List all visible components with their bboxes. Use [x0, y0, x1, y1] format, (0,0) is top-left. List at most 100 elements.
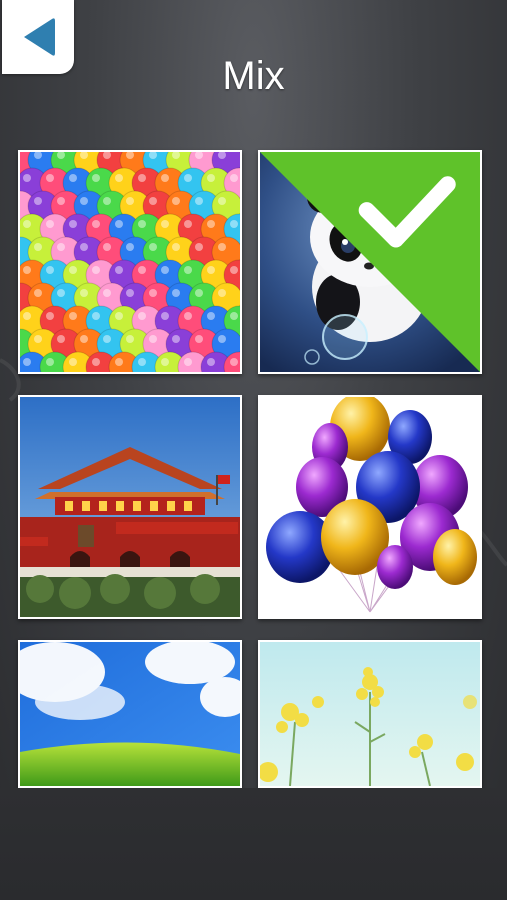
ball-highlight: [172, 243, 180, 251]
puzzle-tile-colorful-balls[interactable]: [18, 150, 242, 374]
ball-highlight: [46, 220, 54, 228]
ball-highlight: [218, 335, 226, 343]
ball-highlight: [184, 220, 192, 228]
ball-highlight: [92, 174, 100, 182]
ball-highlight: [115, 358, 123, 366]
ball-highlight: [80, 243, 88, 251]
ball-highlight: [115, 266, 123, 274]
ball-highlight: [69, 174, 77, 182]
ball-highlight: [57, 289, 65, 297]
ball-highlight: [138, 312, 146, 320]
ball-highlight: [184, 358, 192, 366]
ball-highlight: [126, 197, 134, 205]
ball-highlight: [103, 197, 111, 205]
ball-highlight: [23, 220, 31, 228]
ball-highlight: [161, 358, 169, 366]
puzzle-tile-yellow-flowers[interactable]: [258, 640, 482, 788]
ball-highlight: [207, 220, 215, 228]
ball-highlight: [80, 197, 88, 205]
puzzle-tile-panda[interactable]: [258, 150, 482, 374]
ball-highlight: [184, 266, 192, 274]
ball-highlight: [195, 289, 203, 297]
puzzle-tile-sky-grass[interactable]: [18, 640, 242, 788]
ball-highlight: [207, 358, 215, 366]
ball-highlight: [218, 289, 226, 297]
puzzle-tile-balloons[interactable]: [258, 395, 482, 619]
ball-highlight: [149, 243, 157, 251]
ball-highlight: [46, 312, 54, 320]
ball-highlight: [46, 358, 54, 366]
ball-highlight: [149, 335, 157, 343]
puzzle-tile-tiananmen[interactable]: [18, 395, 242, 619]
ball-highlight: [138, 266, 146, 274]
ball-highlight: [138, 174, 146, 182]
selected-check-icon: [260, 152, 480, 372]
ball-highlight: [230, 266, 238, 274]
ball-highlight: [80, 289, 88, 297]
ball-highlight: [34, 335, 42, 343]
ball-highlight: [149, 289, 157, 297]
ball-highlight: [172, 335, 180, 343]
ball-highlight: [23, 312, 31, 320]
tiananmen-image: [20, 397, 240, 617]
ball-highlight: [115, 312, 123, 320]
ball-highlight: [218, 243, 226, 251]
ball-highlight: [103, 335, 111, 343]
ball-highlight: [138, 358, 146, 366]
ball-highlight: [195, 243, 203, 251]
sky-grass-image: [20, 642, 240, 786]
ball-highlight: [115, 220, 123, 228]
ball-highlight: [126, 289, 134, 297]
ball-highlight: [207, 174, 215, 182]
ball-highlight: [126, 243, 134, 251]
ball-highlight: [184, 312, 192, 320]
ball-highlight: [115, 174, 123, 182]
ball-highlight: [92, 358, 100, 366]
ball-highlight: [195, 335, 203, 343]
ball-highlight: [230, 312, 238, 320]
ball-highlight: [69, 358, 77, 366]
ball-highlight: [23, 174, 31, 182]
ball-highlight: [207, 266, 215, 274]
ball-highlight: [46, 174, 54, 182]
ball-highlight: [195, 197, 203, 205]
ball-highlight: [92, 266, 100, 274]
ball-highlight: [172, 289, 180, 297]
ball-highlight: [184, 174, 192, 182]
ball-highlight: [207, 312, 215, 320]
ball-highlight: [230, 174, 238, 182]
ball-highlight: [103, 243, 111, 251]
bottom-area: [0, 788, 507, 900]
ball-highlight: [126, 335, 134, 343]
ball-highlight: [161, 312, 169, 320]
ball-highlight: [23, 266, 31, 274]
ball-highlight: [34, 243, 42, 251]
ball-highlight: [80, 335, 88, 343]
ball-highlight: [69, 220, 77, 228]
ball-highlight: [218, 197, 226, 205]
ball-highlight: [57, 243, 65, 251]
page-title: Mix: [222, 54, 285, 98]
ball-highlight: [57, 197, 65, 205]
ball-highlight: [230, 358, 238, 366]
ball-highlight: [57, 335, 65, 343]
yellow-flowers-image: [260, 642, 480, 786]
ball-highlight: [34, 289, 42, 297]
ball-highlight: [230, 220, 238, 228]
ball-highlight: [161, 220, 169, 228]
ball-highlight: [161, 174, 169, 182]
colorful-balls-image: [20, 152, 240, 372]
ball-highlight: [103, 289, 111, 297]
ball-highlight: [92, 312, 100, 320]
ball-highlight: [92, 220, 100, 228]
ball-highlight: [161, 266, 169, 274]
ball-highlight: [69, 312, 77, 320]
ball-highlight: [149, 197, 157, 205]
ball-highlight: [138, 220, 146, 228]
ball-highlight: [69, 266, 77, 274]
ball-highlight: [46, 266, 54, 274]
balloons-image: [260, 397, 480, 617]
ball-highlight: [172, 197, 180, 205]
ball-highlight: [23, 358, 31, 366]
ball-highlight: [34, 197, 42, 205]
